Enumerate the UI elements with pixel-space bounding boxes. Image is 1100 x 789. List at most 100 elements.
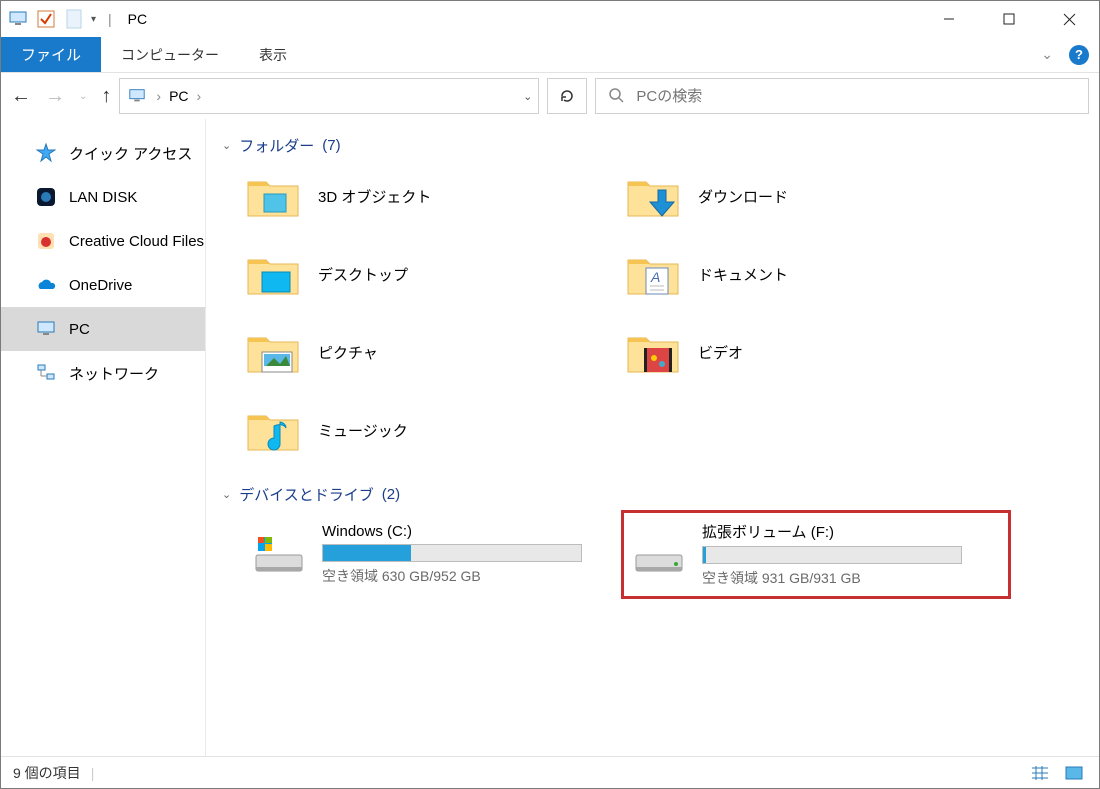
maximize-button[interactable] xyxy=(979,1,1039,37)
nav-toolbar: ← → ⌄ ↑ › PC › ⌄ xyxy=(1,73,1099,119)
landisk-icon xyxy=(35,186,57,208)
breadcrumb-pc[interactable]: PC xyxy=(169,88,188,104)
address-bar[interactable]: › PC › ⌄ xyxy=(119,78,539,114)
sidebar-item-label: ネットワーク xyxy=(69,363,159,384)
drive-usage-bar xyxy=(322,544,582,562)
sidebar: クイック アクセス LAN DISK Creative Cloud Files … xyxy=(1,119,206,756)
drive-f[interactable]: 拡張ボリューム (F:) 空き領域 931 GB/931 GB xyxy=(626,515,1006,594)
sidebar-item-label: PC xyxy=(69,321,90,338)
help-icon[interactable]: ? xyxy=(1069,45,1089,65)
tab-file[interactable]: ファイル xyxy=(1,37,101,72)
folder-label: ビデオ xyxy=(698,342,743,363)
main-area: クイック アクセス LAN DISK Creative Cloud Files … xyxy=(1,119,1099,756)
recent-dropdown-icon[interactable]: ⌄ xyxy=(79,91,87,102)
sidebar-item-creative-cloud[interactable]: Creative Cloud Files xyxy=(1,219,205,263)
drive-free-text: 空き領域 931 GB/931 GB xyxy=(702,568,1000,588)
folder-label: ドキュメント xyxy=(698,264,788,285)
group-title: フォルダー xyxy=(239,135,314,156)
sidebar-item-landisk[interactable]: LAN DISK xyxy=(1,175,205,219)
svg-text:A: A xyxy=(650,269,660,285)
folder-documents[interactable]: A ドキュメント xyxy=(626,244,1006,304)
sidebar-item-pc[interactable]: PC xyxy=(1,307,205,351)
search-input[interactable] xyxy=(636,88,1076,105)
sidebar-item-network[interactable]: ネットワーク xyxy=(1,351,205,395)
title-separator: | xyxy=(108,11,112,27)
creative-cloud-icon xyxy=(35,230,57,252)
ribbon-collapse-icon[interactable]: ⌄ xyxy=(1041,46,1053,63)
tab-view[interactable]: 表示 xyxy=(239,37,307,72)
forward-button[interactable]: → xyxy=(45,85,65,108)
addressbar-dropdown-icon[interactable]: ⌄ xyxy=(523,90,532,103)
folder-videos[interactable]: ビデオ xyxy=(626,322,1006,382)
drive-icon xyxy=(252,533,306,577)
up-button[interactable]: ↑ xyxy=(101,85,111,108)
status-item-count: 9 個の項目 xyxy=(13,763,81,783)
drive-free-text: 空き領域 630 GB/952 GB xyxy=(322,566,620,586)
status-separator: | xyxy=(91,765,95,781)
folder-label: ミュージック xyxy=(318,420,408,441)
addressbar-pc-icon xyxy=(126,85,148,107)
qat-dropdown-icon[interactable]: ▾ xyxy=(91,14,96,25)
drive-name: Windows (C:) xyxy=(322,523,620,540)
chevron-down-icon: ⌄ xyxy=(222,488,231,501)
sidebar-item-quick-access[interactable]: クイック アクセス xyxy=(1,131,205,175)
refresh-button[interactable] xyxy=(547,78,587,114)
folder-desktop[interactable]: デスクトップ xyxy=(246,244,626,304)
network-icon xyxy=(35,362,57,384)
folder-icon xyxy=(246,406,300,454)
group-count: (7) xyxy=(322,137,340,154)
folders-grid: 3D オブジェクト ダウンロード デスクトップ A ド xyxy=(216,166,1089,460)
folder-icon xyxy=(246,328,300,376)
drive-name: 拡張ボリューム (F:) xyxy=(702,521,1000,542)
pc-icon xyxy=(7,8,29,30)
properties-icon[interactable] xyxy=(35,8,57,30)
sidebar-item-label: Creative Cloud Files xyxy=(69,233,204,250)
folder-icon: A xyxy=(626,250,680,298)
drives-grid: Windows (C:) 空き領域 630 GB/952 GB 拡張ボリューム … xyxy=(216,515,1089,594)
status-bar: 9 個の項目 | xyxy=(1,756,1099,788)
drive-info: Windows (C:) 空き領域 630 GB/952 GB xyxy=(322,523,620,586)
sidebar-item-label: クイック アクセス xyxy=(69,143,192,164)
titlebar: ▾ | PC xyxy=(1,1,1099,37)
nav-arrows: ← → ⌄ ↑ xyxy=(11,85,111,108)
large-icons-view-button[interactable] xyxy=(1061,762,1087,784)
folder-downloads[interactable]: ダウンロード xyxy=(626,166,1006,226)
sidebar-item-label: OneDrive xyxy=(69,277,132,294)
group-count: (2) xyxy=(382,486,400,503)
folder-music[interactable]: ミュージック xyxy=(246,400,626,460)
folder-icon xyxy=(246,172,300,220)
breadcrumb-sep[interactable]: › xyxy=(156,88,161,104)
close-button[interactable] xyxy=(1039,1,1099,37)
back-button[interactable]: ← xyxy=(11,85,31,108)
tab-computer[interactable]: コンピューター xyxy=(101,37,239,72)
details-view-button[interactable] xyxy=(1027,762,1053,784)
quick-access-toolbar: ▾ | PC xyxy=(1,8,147,30)
ribbon: ファイル コンピューター 表示 ⌄ ? xyxy=(1,37,1099,73)
minimize-button[interactable] xyxy=(919,1,979,37)
chevron-down-icon: ⌄ xyxy=(222,139,231,152)
folder-3d-objects[interactable]: 3D オブジェクト xyxy=(246,166,626,226)
drive-c[interactable]: Windows (C:) 空き領域 630 GB/952 GB xyxy=(246,515,626,594)
group-title: デバイスとドライブ xyxy=(239,484,374,505)
search-box[interactable] xyxy=(595,78,1089,114)
page-icon[interactable] xyxy=(63,8,85,30)
drive-icon xyxy=(632,533,686,577)
onedrive-icon xyxy=(35,274,57,296)
breadcrumb-sep-2[interactable]: › xyxy=(197,88,202,104)
window-title: PC xyxy=(128,11,147,27)
folder-icon xyxy=(246,250,300,298)
pc-icon xyxy=(35,318,57,340)
folder-label: デスクトップ xyxy=(318,264,408,285)
content-pane: ⌄ フォルダー (7) 3D オブジェクト ダウンロード xyxy=(206,119,1099,756)
folder-label: 3D オブジェクト xyxy=(318,186,431,207)
folder-label: ダウンロード xyxy=(698,186,788,207)
sidebar-item-onedrive[interactable]: OneDrive xyxy=(1,263,205,307)
group-header-drives[interactable]: ⌄ デバイスとドライブ (2) xyxy=(222,484,1089,505)
window-controls xyxy=(919,1,1099,37)
folder-pictures[interactable]: ピクチャ xyxy=(246,322,626,382)
search-icon xyxy=(608,87,624,106)
drive-usage-bar xyxy=(702,546,962,564)
folder-icon xyxy=(626,172,680,220)
group-header-folders[interactable]: ⌄ フォルダー (7) xyxy=(222,135,1089,156)
folder-label: ピクチャ xyxy=(318,342,378,363)
